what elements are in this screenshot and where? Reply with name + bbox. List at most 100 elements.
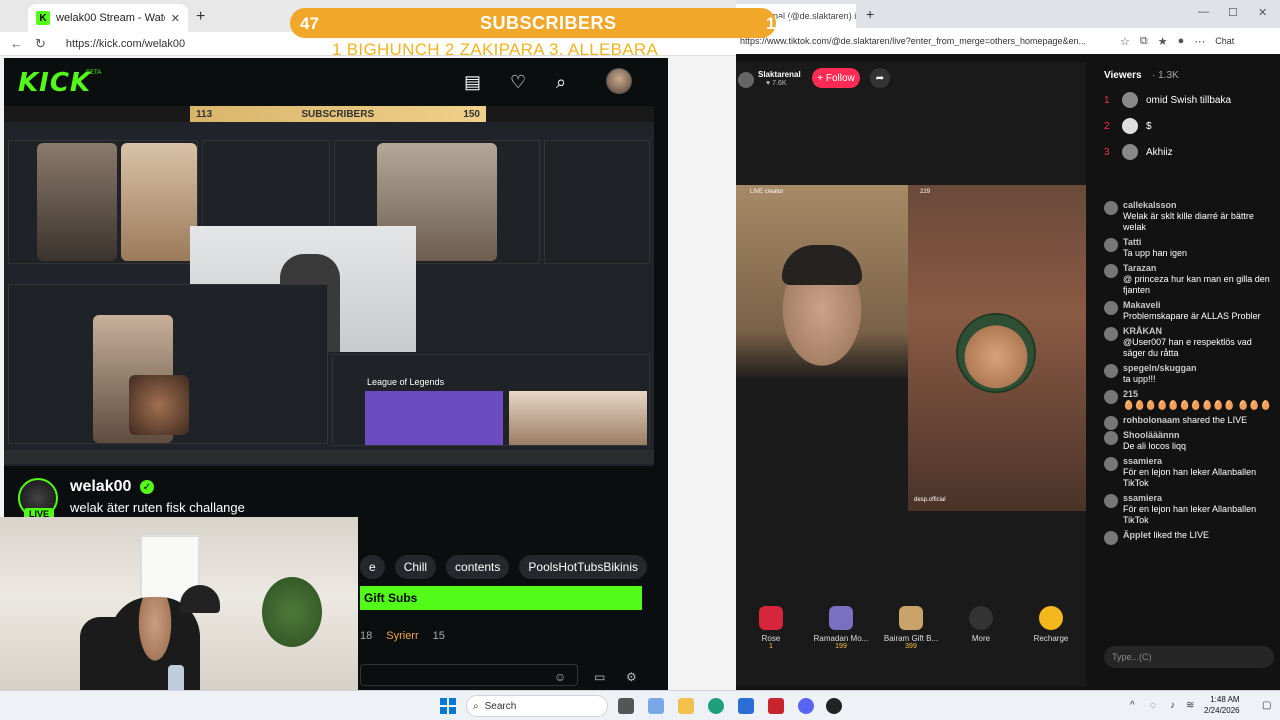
kick-logo[interactable]: KICK	[18, 68, 91, 98]
chat-username[interactable]: rohbolonaam	[1123, 415, 1180, 425]
discord-icon[interactable]	[798, 698, 814, 714]
share-icon[interactable]: ➦	[870, 68, 890, 88]
viewer-rank: 1	[1104, 94, 1110, 106]
chat-username[interactable]: Makaveli	[1123, 300, 1274, 311]
profile-icon[interactable]: ●	[1178, 35, 1185, 47]
back-icon[interactable]: ←	[10, 36, 23, 51]
tag-chip[interactable]: Chill	[394, 555, 437, 579]
tab-close-icon[interactable]: ✕	[171, 12, 180, 25]
gear-icon[interactable]: ⚙	[626, 670, 637, 684]
gift-rose[interactable]: Rose 1	[736, 600, 806, 662]
user-avatar[interactable]	[606, 68, 632, 94]
reload-icon[interactable]: ↻	[35, 36, 46, 52]
more-label: More	[971, 634, 991, 643]
viewers-label[interactable]: Viewers	[1104, 70, 1142, 81]
copilot-icon[interactable]	[648, 698, 664, 714]
wifi-icon[interactable]: ≋	[1186, 700, 1194, 711]
host-avatar[interactable]	[738, 72, 754, 88]
obs-icon[interactable]	[826, 698, 842, 714]
tag-chip[interactable]: PoolsHotTubsBikinis	[519, 555, 648, 579]
url-field[interactable]: https://kick.com/welak00	[66, 38, 185, 50]
tray-chevron-icon[interactable]: ^	[1130, 700, 1135, 711]
extensions-icon[interactable]: ⧉	[1140, 35, 1148, 48]
recharge-label: Recharge	[1033, 634, 1069, 643]
chat-input[interactable]	[360, 664, 578, 686]
start-button[interactable]	[440, 698, 456, 714]
chat-username[interactable]: ssamiera	[1123, 456, 1274, 467]
stream-video[interactable]: 113 SUBSCRIBERS 150 League of Legends	[4, 106, 654, 466]
taskbar-search[interactable]: ⌕ Search	[466, 695, 608, 717]
tag-chip[interactable]: e	[360, 555, 385, 579]
top-viewer[interactable]: 3 Akhiiz	[1104, 144, 1173, 160]
clock[interactable]: 1:48 AM 2/24/2026	[1204, 694, 1240, 716]
file-explorer-icon[interactable]	[678, 698, 694, 714]
windows-taskbar: ⌕ Search ^ ◌ ♪ ≋ 1:48 AM 2/24/2026 ▢	[0, 690, 1280, 720]
tab-kick[interactable]: K welak00 Stream - Watch Live on K ✕	[28, 4, 188, 32]
copilot-chat-button[interactable]: Chat	[1215, 36, 1234, 46]
gift-bairam[interactable]: Bairam Gift B... 399	[876, 600, 946, 662]
acrobat-icon[interactable]	[768, 698, 784, 714]
chat-username[interactable]: 215	[1123, 389, 1274, 400]
tag-row: e Chill contents PoolsHotTubsBikinis	[360, 555, 648, 579]
inner-panel	[8, 140, 198, 264]
top-viewer[interactable]: 2 $	[1104, 118, 1152, 134]
chat-username[interactable]: Shoolääännn	[1123, 430, 1274, 441]
chat-username[interactable]: ssamiera	[1123, 493, 1274, 504]
tiktok-video[interactable]: LIVE creator 229 desp.official	[736, 185, 1086, 511]
store-icon[interactable]	[738, 698, 754, 714]
gift-icon[interactable]: ▭	[594, 670, 605, 684]
tag-chip[interactable]: contents	[446, 555, 510, 579]
chat-avatar	[1104, 431, 1118, 445]
chat-username[interactable]: KRÅKAN	[1123, 326, 1274, 337]
sub-goal-label: SUBSCRIBERS	[480, 13, 617, 33]
chevron-up-icon	[969, 606, 993, 630]
edge-icon[interactable]	[708, 698, 724, 714]
minimize-icon[interactable]: —	[1198, 6, 1209, 18]
maximize-icon[interactable]: ☐	[1228, 6, 1238, 19]
network-icon[interactable]: ◌	[1150, 700, 1156, 711]
top-viewer[interactable]: 1 omid Swish tillbaka	[1104, 92, 1231, 108]
task-view-icon[interactable]	[618, 698, 634, 714]
emoji-icon[interactable]: ☺	[554, 670, 566, 684]
chat-message: spegeln/skuggan ta upp!!!	[1104, 363, 1274, 385]
following-icon[interactable]: ▤	[464, 72, 481, 93]
notification-icon[interactable]: ▢	[1262, 700, 1271, 711]
inner-thumb	[509, 391, 647, 445]
streamer-name[interactable]: welak00	[70, 478, 131, 496]
new-tab-button[interactable]: +	[196, 8, 205, 26]
chat-text: shared the LIVE	[1182, 415, 1248, 425]
chat-text: 🥚🥚🥚🥚🥚🥚🥚🥚🥚🥚 🥚🥚🥚	[1123, 400, 1272, 410]
chat-message: ssamiera För en lejon han leker Allanball…	[1104, 456, 1274, 489]
gift-subs-button[interactable]: Gift Subs	[360, 586, 642, 610]
chat-username[interactable]: spegeln/skuggan	[1123, 363, 1274, 374]
mic-icon[interactable]: ♪	[1170, 700, 1175, 711]
close-window-icon[interactable]: ✕	[1258, 6, 1267, 19]
more-gifts-button[interactable]: More	[946, 600, 1016, 662]
top-supporters-ticker: 1 BIGHUNCH 2 ZAKIPARA 3. ALLEBARA	[332, 40, 659, 59]
chat-username[interactable]: callekalsson	[1123, 200, 1274, 211]
new-tab-button[interactable]: +	[866, 6, 874, 22]
tiktok-chat-input[interactable]: Type...(C)	[1104, 646, 1274, 668]
gift-ramadan[interactable]: Ramadan Mo... 199	[806, 600, 876, 662]
favorites-icon[interactable]: ★	[1158, 35, 1168, 48]
chat-avatar	[1104, 238, 1118, 252]
tiktok-live-stage: Slaktarenal ♥ 7.6K + Follow ➦ LIVE creat…	[736, 62, 1086, 686]
sub-goal-target: 100	[766, 14, 795, 33]
chat-username[interactable]: Tarazan	[1123, 263, 1274, 274]
ramadan-icon	[829, 606, 853, 630]
cam-cap	[180, 585, 220, 613]
rose-icon	[759, 606, 783, 630]
heart-icon[interactable]: ♡	[510, 72, 526, 93]
search-icon[interactable]: ⌕	[556, 72, 566, 93]
recharge-button[interactable]: Recharge	[1016, 600, 1086, 662]
inner-subs-right: 150	[463, 108, 480, 120]
chat-username[interactable]: Tatti	[1123, 237, 1274, 248]
star-icon[interactable]: ☆	[1120, 35, 1130, 48]
chat-message: KRÅKAN @User007 han e respektlös vad säge…	[1104, 326, 1274, 359]
url-field[interactable]: https://www.tiktok.com/@de.slaktaren/liv…	[740, 36, 1110, 46]
menu-icon[interactable]: ⋯	[1194, 35, 1205, 48]
stream-title: welak äter ruten fisk challange	[70, 500, 245, 515]
host-name[interactable]: Slaktarenal	[758, 70, 801, 79]
follow-button[interactable]: + Follow	[812, 68, 860, 88]
chat-username[interactable]: Äpplet	[1123, 530, 1151, 540]
